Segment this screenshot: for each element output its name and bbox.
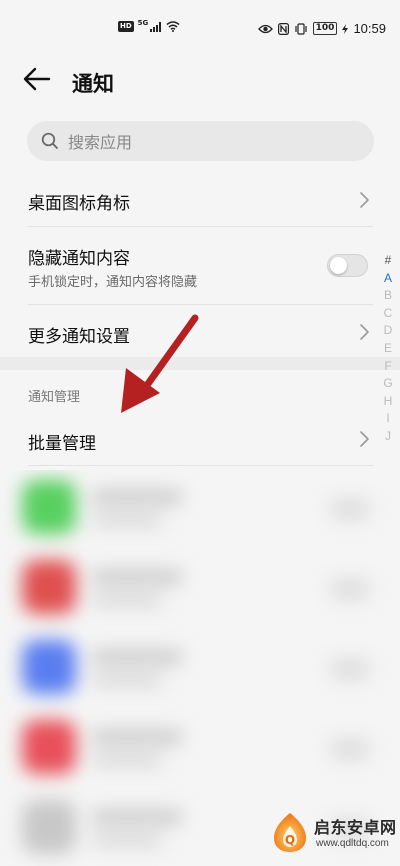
eye-icon	[257, 24, 273, 34]
toggle-knob	[330, 257, 347, 274]
app-icon	[22, 560, 76, 614]
chevron-right-icon	[360, 324, 369, 340]
app-status-placeholder	[92, 514, 162, 526]
watermark-name: 启东安卓网	[314, 818, 397, 837]
alpha-index-d[interactable]: D	[380, 322, 396, 340]
back-arrow-icon	[23, 67, 51, 91]
chevron-right-icon	[360, 431, 369, 447]
app-name-placeholder	[92, 490, 182, 504]
app-icon	[22, 640, 76, 694]
batch-manage-label: 批量管理	[28, 434, 96, 454]
app-header: 通知	[0, 58, 400, 104]
app-toggle[interactable]	[330, 738, 370, 760]
alpha-index-g[interactable]: G	[380, 375, 396, 393]
app-name-placeholder	[92, 650, 182, 664]
section-title: 通知管理	[28, 390, 81, 405]
alphabet-index[interactable]: # A B C D E F G H I J	[380, 252, 396, 446]
app-row[interactable]	[0, 550, 400, 630]
more-settings-label: 更多通知设置	[28, 327, 130, 347]
divider	[28, 226, 373, 227]
back-button[interactable]	[22, 64, 58, 98]
app-row[interactable]	[0, 630, 400, 710]
app-row[interactable]	[0, 710, 400, 790]
alpha-index-j[interactable]: J	[380, 428, 396, 446]
search-placeholder: 搜索应用	[68, 133, 133, 152]
section-separator	[0, 357, 400, 370]
app-toggle[interactable]	[330, 578, 370, 600]
signal-icon	[150, 21, 162, 32]
status-time: 10:59	[353, 21, 386, 36]
search-icon	[41, 132, 58, 149]
app-toggle[interactable]	[330, 498, 370, 520]
app-name-placeholder	[92, 570, 182, 584]
alpha-index-c[interactable]: C	[380, 305, 396, 323]
divider	[28, 304, 373, 305]
app-name-placeholder	[92, 810, 182, 824]
chevron-right-icon	[360, 192, 369, 208]
charging-icon	[342, 23, 349, 34]
app-toggle[interactable]	[330, 658, 370, 680]
desktop-badge-label: 桌面图标角标	[28, 194, 130, 214]
status-left: HD 5G	[118, 19, 180, 32]
alpha-index-i[interactable]: I	[380, 410, 396, 428]
battery-indicator: 100	[312, 22, 338, 35]
hide-content-description: 手机锁定时，通知内容将隐藏	[28, 275, 198, 290]
alpha-index-f[interactable]: F	[380, 358, 396, 376]
desktop-badge-row[interactable]: 桌面图标角标	[0, 172, 400, 228]
app-status-placeholder	[92, 674, 162, 686]
alpha-index-b[interactable]: B	[380, 287, 396, 305]
status-bar: HD 5G 100 10:59	[0, 0, 400, 58]
svg-text:Q: Q	[285, 833, 295, 847]
watermark-logo-icon: Q	[274, 813, 306, 852]
app-status-placeholder	[92, 594, 162, 606]
alpha-index-h[interactable]: H	[380, 393, 396, 411]
search-input[interactable]: 搜索应用	[27, 121, 374, 161]
wifi-icon	[166, 21, 180, 32]
app-icon	[22, 800, 76, 854]
more-settings-row[interactable]: 更多通知设置	[0, 306, 400, 358]
alpha-index-e[interactable]: E	[380, 340, 396, 358]
watermark-url: www.qdltdq.com	[316, 838, 389, 849]
network-type: 5G	[137, 19, 149, 27]
hd-badge: HD	[118, 21, 134, 32]
hide-content-label: 隐藏通知内容	[28, 249, 130, 269]
page-title: 通知	[72, 72, 114, 96]
app-status-placeholder	[92, 754, 162, 766]
app-icon	[22, 480, 76, 534]
alpha-index-hash[interactable]: #	[380, 252, 396, 270]
status-right: 100 10:59	[257, 21, 386, 36]
nfc-icon	[277, 22, 289, 35]
app-name-placeholder	[92, 730, 182, 744]
batch-manage-row[interactable]: 批量管理	[0, 416, 400, 466]
app-status-placeholder	[92, 834, 162, 846]
divider	[28, 465, 373, 466]
app-row[interactable]	[0, 470, 400, 550]
alpha-index-a[interactable]: A	[380, 270, 396, 288]
hide-content-toggle[interactable]	[327, 254, 368, 277]
vibrate-icon	[294, 22, 308, 35]
watermark: Q 启东安卓网 www.qdltdq.com	[268, 806, 398, 864]
app-icon	[22, 720, 76, 774]
